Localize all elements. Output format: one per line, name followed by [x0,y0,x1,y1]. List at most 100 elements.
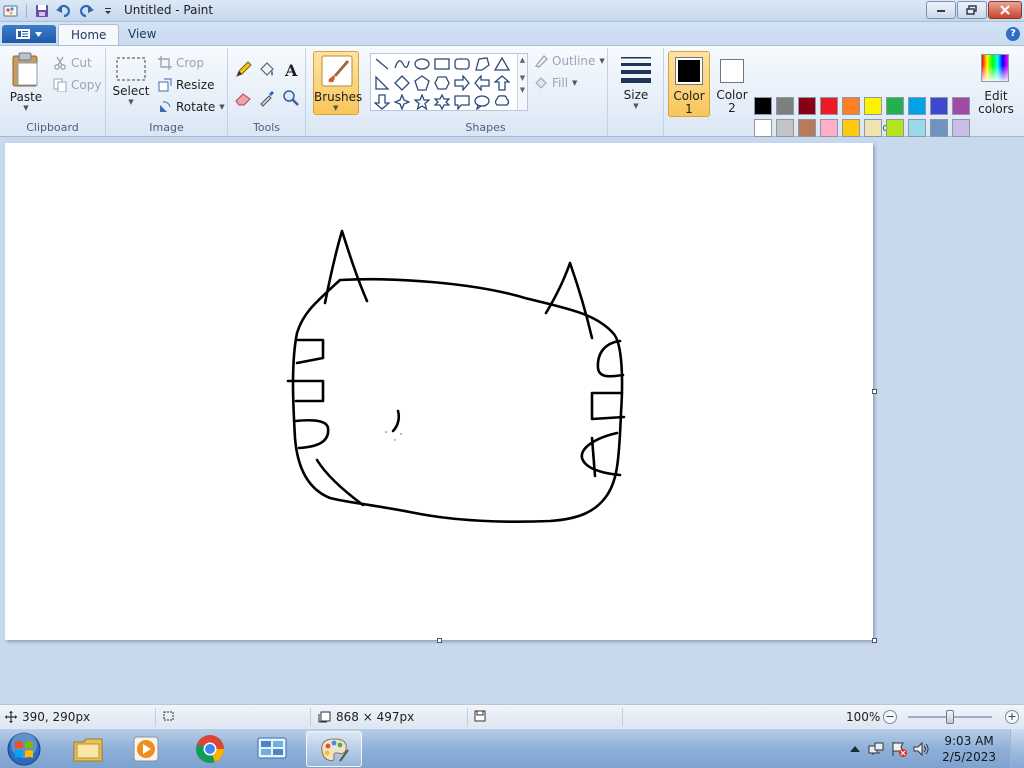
zoom-slider-thumb[interactable] [946,710,954,724]
cloud-callout-shape-icon[interactable] [493,93,511,111]
color1-swatch [678,60,700,82]
color2-button[interactable]: Color 2 [714,51,750,117]
tab-home[interactable]: Home [58,24,120,45]
palette-swatch[interactable] [754,97,772,115]
rectangular-callout-shape-icon[interactable] [453,93,471,111]
palette-swatch[interactable] [798,119,816,137]
line-shape-icon[interactable] [373,55,391,73]
hexagon-shape-icon[interactable] [433,74,451,92]
palette-swatch[interactable] [776,97,794,115]
eraser-icon[interactable] [233,88,253,108]
palette-swatch[interactable] [842,119,860,137]
five-point-star-shape-icon[interactable] [413,93,431,111]
palette-swatch[interactable] [886,97,904,115]
down-arrow-shape-icon[interactable] [373,93,391,111]
rotate-button[interactable]: Rotate ▼ [158,100,225,114]
taskbar-paint[interactable] [306,731,362,767]
rectangle-shape-icon[interactable] [433,55,451,73]
edit-colors-button[interactable]: Edit colors [976,52,1016,122]
copy-button[interactable]: Copy [53,78,101,92]
oval-callout-shape-icon[interactable] [473,93,491,111]
right-arrow-shape-icon[interactable] [453,74,471,92]
action-center-icon[interactable] [890,741,908,760]
polygon-shape-icon[interactable] [473,55,491,73]
scroll-up-icon[interactable]: ▲ [518,56,527,64]
pencil-icon[interactable] [233,60,253,80]
resize-handle-bottom[interactable] [437,638,442,643]
color-picker-icon[interactable] [257,88,277,108]
paste-dropdown-icon[interactable]: ▼ [23,104,28,112]
four-point-star-shape-icon[interactable] [393,93,411,111]
cut-button[interactable]: Cut [53,56,92,70]
palette-swatch[interactable] [886,119,904,137]
scroll-down-icon[interactable]: ▼ [518,74,527,82]
palette-swatch[interactable] [930,119,948,137]
palette-swatch[interactable] [952,119,970,137]
expand-gallery-icon[interactable]: ▼ [518,86,527,94]
save-icon[interactable] [33,2,51,20]
customize-qat-icon[interactable] [99,2,117,20]
show-hidden-icons-icon[interactable] [850,743,860,756]
shapes-scrollbar[interactable]: ▲ ▼ ▼ [517,54,527,110]
pentagon-shape-icon[interactable] [413,74,431,92]
palette-swatch[interactable] [908,119,926,137]
palette-swatch[interactable] [820,97,838,115]
paste-button[interactable]: Paste ▼ [6,52,46,112]
undo-icon[interactable] [55,2,73,20]
system-clock[interactable]: 9:03 AM 2/5/2023 [942,733,996,765]
rotate-dropdown-icon[interactable]: ▼ [219,103,224,111]
curve-shape-icon[interactable] [393,55,411,73]
resize-handle-corner[interactable] [872,638,877,643]
taskbar-control-panel[interactable] [244,731,300,767]
palette-swatch[interactable] [930,97,948,115]
up-arrow-shape-icon[interactable] [493,74,511,92]
paint-menu-button[interactable] [2,25,56,43]
network-icon[interactable] [868,741,884,760]
crop-button[interactable]: Crop [158,56,204,70]
minimize-button[interactable] [926,1,956,19]
select-dropdown-icon[interactable]: ▼ [128,98,133,106]
resize-handle-right[interactable] [872,389,877,394]
fill-button[interactable]: Fill ▼ [534,76,577,90]
palette-swatch[interactable] [798,97,816,115]
size-button[interactable]: Size ▼ [618,54,654,110]
palette-swatch[interactable] [776,119,794,137]
show-desktop-button[interactable] [1010,729,1024,768]
close-button[interactable] [988,1,1022,19]
left-arrow-shape-icon[interactable] [473,74,491,92]
tab-view[interactable]: View [116,24,168,45]
right-triangle-shape-icon[interactable] [373,74,391,92]
magnifier-icon[interactable] [281,88,301,108]
restore-button[interactable] [957,1,987,19]
taskbar-file-explorer[interactable] [60,731,116,767]
start-button[interactable] [4,730,44,768]
rounded-rectangle-shape-icon[interactable] [453,55,471,73]
drawing-canvas[interactable] [5,143,873,640]
oval-shape-icon[interactable] [413,55,431,73]
palette-swatch[interactable] [908,97,926,115]
triangle-shape-icon[interactable] [493,55,511,73]
diamond-shape-icon[interactable] [393,74,411,92]
palette-swatch[interactable] [842,97,860,115]
taskbar-media-player[interactable] [118,731,174,767]
zoom-out-button[interactable]: − [883,710,897,724]
palette-swatch[interactable] [864,97,882,115]
select-button[interactable]: Select ▼ [112,56,150,106]
volume-icon[interactable] [912,741,930,760]
palette-swatch[interactable] [820,119,838,137]
help-icon[interactable]: ? [1006,27,1020,41]
palette-swatch[interactable] [754,119,772,137]
six-point-star-shape-icon[interactable] [433,93,451,111]
palette-swatch[interactable] [864,119,882,137]
redo-icon[interactable] [77,2,95,20]
color1-button[interactable]: Color 1 [668,51,710,117]
fill-bucket-icon[interactable] [257,60,277,80]
zoom-in-button[interactable]: + [1005,710,1019,724]
resize-button[interactable]: Resize [158,78,214,92]
brushes-button[interactable]: Brushes ▼ [313,51,362,115]
outline-button[interactable]: Outline ▼ [534,54,605,68]
palette-swatch[interactable] [952,97,970,115]
taskbar-chrome[interactable] [182,731,238,767]
paint-app-icon[interactable] [2,2,20,20]
text-tool-icon[interactable]: A [281,60,301,80]
